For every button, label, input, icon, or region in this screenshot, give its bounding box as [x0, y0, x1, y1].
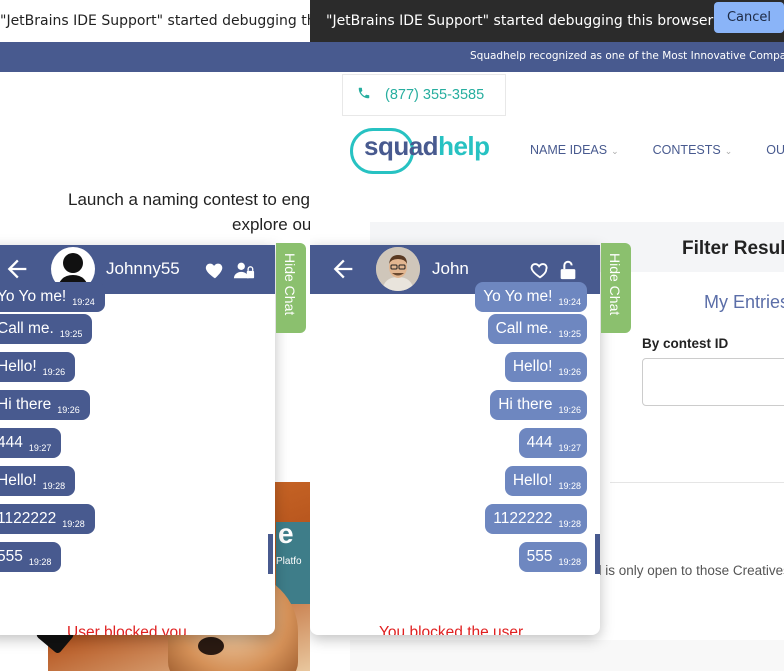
- nav-our-work[interactable]: OUR WORK: [766, 143, 784, 157]
- message-bubble: Hello! 19:28: [504, 466, 587, 496]
- message-bubble: Hello! 19:28: [0, 466, 76, 496]
- contest-id-label: By contest ID: [642, 336, 729, 351]
- debug-message: "JetBrains IDE Support" started debuggin…: [0, 13, 310, 29]
- message-bubble: Hello! 19:26: [504, 352, 587, 382]
- debug-infobar: "JetBrains IDE Support" started debuggin…: [310, 0, 784, 42]
- message-bubble: Yo Yo me! 19:24: [475, 282, 587, 312]
- debug-message: "JetBrains IDE Support" started debuggin…: [326, 13, 714, 29]
- hide-chat-label: Hide Chat: [607, 253, 623, 316]
- chevron-down-icon: ⌄: [724, 146, 733, 156]
- message-bubble: 1122222 19:28: [0, 504, 95, 534]
- cancel-button[interactable]: Cancel: [714, 2, 784, 33]
- message-bubble: Call me. 19:25: [0, 314, 93, 344]
- message-bubble: Hi there 19:26: [490, 390, 587, 420]
- message-bubble: Hello! 19:26: [0, 352, 76, 382]
- hide-chat-button[interactable]: Hide Chat: [601, 243, 631, 333]
- message-bubble: 444 19:27: [0, 428, 62, 458]
- page-footer-area: [350, 640, 784, 671]
- message-bubble: Yo Yo me! 19:24: [0, 282, 105, 312]
- avatar-photo-icon: [376, 247, 420, 291]
- debug-infobar: "JetBrains IDE Support" started debuggin…: [0, 0, 310, 42]
- contest-id-input[interactable]: [642, 358, 784, 406]
- back-arrow-icon[interactable]: [3, 255, 31, 283]
- photo-caption: Platfo: [276, 556, 302, 567]
- message-bubble: 555 19:28: [0, 542, 62, 572]
- hide-chat-label: Hide Chat: [282, 253, 298, 316]
- left-browser-window: "JetBrains IDE Support" started debuggin…: [0, 0, 310, 671]
- avatar: [376, 247, 420, 291]
- my-entries-link[interactable]: My Entries: [704, 292, 784, 313]
- chevron-down-icon: ⌄: [611, 146, 619, 156]
- chat-user-name: John: [432, 259, 469, 278]
- message-bubble: 444 19:27: [518, 428, 587, 458]
- announcement-banner: Squadhelp recognized as one of the Most …: [310, 42, 784, 72]
- hero-line-1: Launch a naming contest to engage hundre…: [68, 190, 310, 209]
- message-bubble: Hi there 19:26: [0, 390, 90, 420]
- chat-window: John Yo Yo me! 19:24 Call me. 19:25 Hello!…: [310, 245, 600, 635]
- heart-filled-icon[interactable]: [204, 259, 226, 281]
- phone-icon: [357, 86, 371, 104]
- dog-nose: [198, 637, 224, 655]
- scroll-indicator: [268, 534, 273, 574]
- phone-box[interactable]: (877) 355-3585: [342, 74, 506, 116]
- divider: [610, 482, 784, 483]
- block-status: User blocked you: [67, 624, 187, 635]
- hide-chat-button[interactable]: Hide Chat: [276, 243, 306, 333]
- hero-line-2: explore our platform: [232, 215, 310, 234]
- squadhelp-logo[interactable]: squadhelp: [350, 126, 490, 174]
- message-bubble: Call me. 19:25: [487, 314, 587, 344]
- phone-number[interactable]: (877) 355-3585: [385, 87, 484, 103]
- photo-letter: e: [278, 518, 294, 549]
- nav-name-ideas[interactable]: NAME IDEAS ⌄: [530, 143, 619, 157]
- message-bubble: 555 19:28: [518, 542, 587, 572]
- message-bubble: 1122222 19:28: [485, 504, 587, 534]
- heart-outline-icon[interactable]: [529, 259, 551, 281]
- main-nav: NAME IDEAS⌄ CONTESTS⌄ OUR WORK: [530, 143, 784, 157]
- chat-user-name: Johnny55: [106, 259, 180, 278]
- top-strip: [0, 42, 310, 72]
- right-browser-window: "JetBrains IDE Support" started debuggin…: [310, 0, 784, 671]
- message-list[interactable]: Yo Yo me! 19:24 Call me. 19:25 Hello! 19:26…: [0, 282, 275, 635]
- logo-wordmark: squadhelp: [364, 131, 490, 161]
- block-status: You blocked the user: [379, 624, 524, 635]
- chat-window: Johnny55 Yo Yo me! 19:24 Call me. 19:25 He…: [0, 245, 275, 635]
- nav-contests[interactable]: CONTESTS ⌄: [653, 143, 733, 157]
- filter-title: Filter Results: [682, 238, 784, 259]
- unlock-icon[interactable]: [557, 259, 579, 281]
- back-arrow-icon[interactable]: [329, 255, 357, 283]
- message-list[interactable]: Yo Yo me! 19:24 Call me. 19:25 Hello! 19:26…: [310, 282, 600, 635]
- scroll-indicator: [595, 534, 600, 574]
- user-blocked-icon[interactable]: [233, 259, 255, 281]
- banner-text[interactable]: Squadhelp recognized as one of the Most …: [470, 50, 784, 62]
- contest-note: d is only open to those Creatives: [594, 563, 784, 578]
